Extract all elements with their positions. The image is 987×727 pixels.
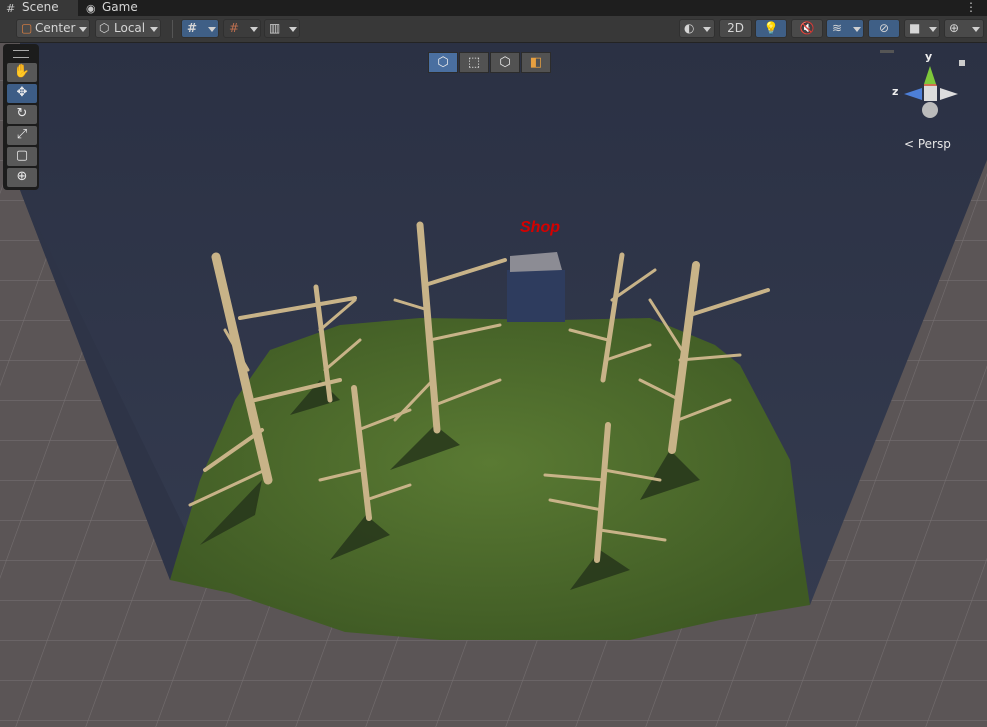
grid-icon: # (6, 2, 16, 15)
draw-mode-dropdown[interactable]: ◐ (679, 19, 715, 38)
shading-sphere-icon: ◐ (684, 21, 695, 35)
chevron-down-icon (150, 27, 158, 32)
audio-toggle[interactable]: 🔇 (791, 19, 823, 38)
grip-handle-icon[interactable] (13, 50, 29, 58)
box-icon: ⬡ (499, 55, 511, 70)
chevron-down-icon (79, 27, 87, 32)
chevron-down-icon (703, 27, 711, 32)
lightbulb-icon: 💡 (763, 21, 779, 35)
more-options-icon[interactable]: ⋮ (965, 0, 977, 14)
view-mode-rect-button[interactable]: ⬚ (459, 52, 489, 73)
ruler-icon: ▥ (269, 21, 281, 35)
tool-palette: ✋ ✥ ↻ ⤢ ▢ ⊕ (3, 44, 39, 190)
eye-hidden-icon: ⊘ (878, 21, 890, 35)
view-mode-shaded-button[interactable]: ◧ (521, 52, 551, 73)
view-mode-cube-button[interactable]: ⬡ (428, 52, 458, 73)
mode-2d-toggle[interactable]: 2D (719, 19, 752, 38)
camera-icon: ■ (909, 21, 921, 35)
gizmo-z-label: z (892, 85, 899, 98)
gizmo-globe-icon: ⊕ (949, 21, 960, 35)
ruler-snap-toggle[interactable]: ▥ (264, 19, 300, 38)
view-mode-bar: ⬡ ⬚ ⬡ ◧ (428, 52, 552, 74)
chevron-down-icon (853, 27, 861, 32)
audio-mute-icon: 🔇 (799, 21, 815, 35)
transform-tool-button[interactable]: ⊕ (7, 168, 37, 187)
rect-tool-button[interactable]: ▢ (7, 147, 37, 166)
scene-visibility-toggle[interactable]: ⊘ (868, 19, 900, 38)
lighting-toggle[interactable]: 💡 (755, 19, 787, 38)
rotate-tool-button[interactable]: ↻ (7, 105, 37, 124)
tab-bar: # Scene ◉ Game ⋮ (0, 0, 987, 16)
scale-icon: ⤢ (16, 127, 28, 142)
layers-icon: ≋ (832, 21, 843, 35)
scale-tool-button[interactable]: ⤢ (7, 126, 37, 145)
rotate-icon: ↻ (16, 106, 28, 121)
tab-scene-label: Scene (22, 0, 59, 14)
shop-building (507, 270, 565, 322)
rect-icon: ▢ (15, 148, 29, 163)
increment-snap-toggle[interactable]: # (223, 19, 261, 38)
divider (172, 20, 173, 38)
gizmo-y-label: y (925, 50, 933, 63)
snap-grid-icon: # (229, 21, 240, 35)
grid-snap-icon: # (187, 21, 198, 35)
tab-scene[interactable]: # Scene (0, 0, 78, 16)
move-icon: ✥ (16, 85, 28, 100)
tab-game[interactable]: ◉ Game (80, 0, 142, 16)
gamepad-icon: ◉ (86, 2, 96, 15)
projection-toggle[interactable]: < Persp (904, 137, 951, 151)
grid-snap-toggle[interactable]: # (181, 19, 219, 38)
pivot-rotation-label: Local (114, 21, 146, 35)
pivot-mode-dropdown[interactable]: ▢ Center (16, 19, 90, 38)
transform-icon: ⊕ (16, 169, 28, 184)
pivot-rotation-dropdown[interactable]: ⬡ Local (95, 19, 161, 38)
box-shaded-icon: ◧ (529, 55, 543, 70)
tab-game-label: Game (102, 0, 138, 14)
effects-dropdown[interactable]: ≋ (826, 19, 864, 38)
chevron-down-icon (929, 27, 937, 32)
scene-toolbar: ▢ Center ⬡ Local # # ▥ ◐ 2D 💡 🔇 ≋ ⊘ ■ ⊕ (0, 16, 987, 43)
hand-icon: ✋ (13, 64, 31, 79)
rect-icon: ⬚ (467, 55, 481, 70)
chevron-down-icon (250, 27, 258, 32)
local-cube-icon: ⬡ (99, 21, 110, 35)
scene-render (0, 43, 987, 727)
camera-dropdown[interactable]: ■ (904, 19, 940, 38)
chevron-down-icon (972, 27, 980, 32)
scene-viewport[interactable] (0, 43, 987, 727)
gizmos-dropdown[interactable]: ⊕ (944, 19, 984, 38)
hand-tool-button[interactable]: ✋ (7, 63, 37, 82)
chevron-down-icon (289, 27, 297, 32)
shop-label: Shop (520, 219, 560, 236)
move-tool-button[interactable]: ✥ (7, 84, 37, 103)
view-mode-box-button[interactable]: ⬡ (490, 52, 520, 73)
cube-icon: ⬡ (437, 55, 449, 70)
pivot-mode-label: Center (35, 21, 76, 35)
pivot-icon: ▢ (21, 21, 33, 35)
chevron-down-icon (208, 27, 216, 32)
